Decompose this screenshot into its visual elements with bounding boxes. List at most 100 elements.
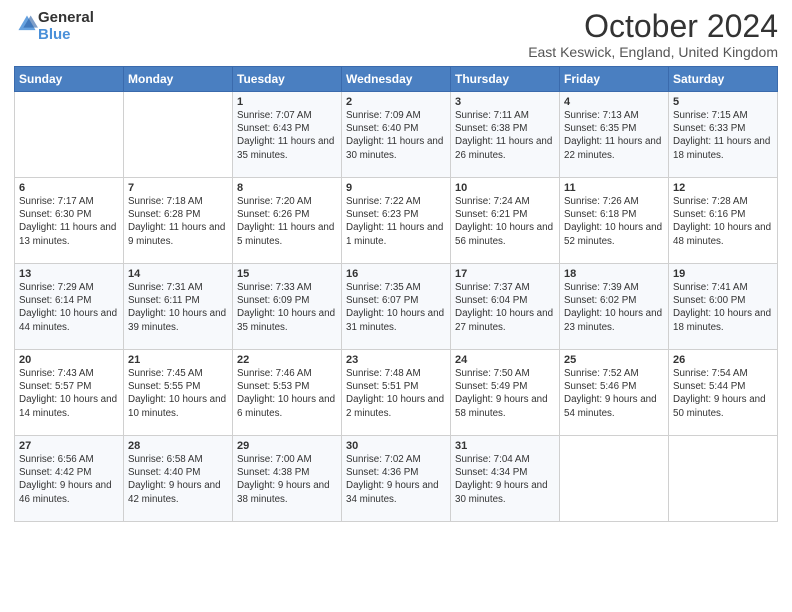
calendar-cell: 19Sunrise: 7:41 AM Sunset: 6:00 PM Dayli… [669,264,778,350]
weekday-header-tuesday: Tuesday [233,67,342,92]
day-info: Sunrise: 7:04 AM Sunset: 4:34 PM Dayligh… [455,453,555,506]
weekday-header-wednesday: Wednesday [342,67,451,92]
day-info: Sunrise: 7:24 AM Sunset: 6:21 PM Dayligh… [455,195,555,248]
day-number: 30 [346,440,446,452]
day-info: Sunrise: 7:29 AM Sunset: 6:14 PM Dayligh… [19,281,119,334]
calendar-cell: 8Sunrise: 7:20 AM Sunset: 6:26 PM Daylig… [233,178,342,264]
day-info: Sunrise: 6:56 AM Sunset: 4:42 PM Dayligh… [19,453,119,506]
day-info: Sunrise: 7:31 AM Sunset: 6:11 PM Dayligh… [128,281,228,334]
calendar-cell: 15Sunrise: 7:33 AM Sunset: 6:09 PM Dayli… [233,264,342,350]
day-number: 9 [346,182,446,194]
location: East Keswick, England, United Kingdom [528,44,778,60]
weekday-header-thursday: Thursday [451,67,560,92]
calendar-cell [669,436,778,522]
weekday-header-monday: Monday [124,67,233,92]
day-info: Sunrise: 7:20 AM Sunset: 6:26 PM Dayligh… [237,195,337,248]
day-info: Sunrise: 7:18 AM Sunset: 6:28 PM Dayligh… [128,195,228,248]
calendar-cell: 27Sunrise: 6:56 AM Sunset: 4:42 PM Dayli… [15,436,124,522]
title-block: October 2024 East Keswick, England, Unit… [528,10,778,60]
day-info: Sunrise: 7:45 AM Sunset: 5:55 PM Dayligh… [128,367,228,420]
day-number: 7 [128,182,228,194]
calendar-cell: 6Sunrise: 7:17 AM Sunset: 6:30 PM Daylig… [15,178,124,264]
day-number: 31 [455,440,555,452]
calendar-cell: 7Sunrise: 7:18 AM Sunset: 6:28 PM Daylig… [124,178,233,264]
logo: General Blue [14,10,94,43]
day-number: 13 [19,268,119,280]
day-number: 28 [128,440,228,452]
calendar-cell: 31Sunrise: 7:04 AM Sunset: 4:34 PM Dayli… [451,436,560,522]
day-info: Sunrise: 7:00 AM Sunset: 4:38 PM Dayligh… [237,453,337,506]
calendar-cell [560,436,669,522]
calendar-cell: 5Sunrise: 7:15 AM Sunset: 6:33 PM Daylig… [669,92,778,178]
calendar-cell: 20Sunrise: 7:43 AM Sunset: 5:57 PM Dayli… [15,350,124,436]
day-number: 22 [237,354,337,366]
day-info: Sunrise: 7:43 AM Sunset: 5:57 PM Dayligh… [19,367,119,420]
calendar-cell: 18Sunrise: 7:39 AM Sunset: 6:02 PM Dayli… [560,264,669,350]
day-number: 29 [237,440,337,452]
calendar-body: 1Sunrise: 7:07 AM Sunset: 6:43 PM Daylig… [15,92,778,522]
day-number: 12 [673,182,773,194]
day-number: 15 [237,268,337,280]
day-number: 8 [237,182,337,194]
day-number: 25 [564,354,664,366]
day-number: 23 [346,354,446,366]
calendar-cell: 14Sunrise: 7:31 AM Sunset: 6:11 PM Dayli… [124,264,233,350]
day-info: Sunrise: 7:52 AM Sunset: 5:46 PM Dayligh… [564,367,664,420]
calendar-cell: 22Sunrise: 7:46 AM Sunset: 5:53 PM Dayli… [233,350,342,436]
day-number: 21 [128,354,228,366]
day-info: Sunrise: 7:39 AM Sunset: 6:02 PM Dayligh… [564,281,664,334]
calendar-cell: 29Sunrise: 7:00 AM Sunset: 4:38 PM Dayli… [233,436,342,522]
day-number: 18 [564,268,664,280]
day-info: Sunrise: 7:22 AM Sunset: 6:23 PM Dayligh… [346,195,446,248]
calendar-cell: 25Sunrise: 7:52 AM Sunset: 5:46 PM Dayli… [560,350,669,436]
day-info: Sunrise: 7:35 AM Sunset: 6:07 PM Dayligh… [346,281,446,334]
day-number: 20 [19,354,119,366]
day-number: 11 [564,182,664,194]
calendar-cell: 12Sunrise: 7:28 AM Sunset: 6:16 PM Dayli… [669,178,778,264]
day-info: Sunrise: 7:26 AM Sunset: 6:18 PM Dayligh… [564,195,664,248]
weekday-header-sunday: Sunday [15,67,124,92]
day-info: Sunrise: 7:28 AM Sunset: 6:16 PM Dayligh… [673,195,773,248]
calendar-cell [124,92,233,178]
day-info: Sunrise: 7:33 AM Sunset: 6:09 PM Dayligh… [237,281,337,334]
day-info: Sunrise: 7:15 AM Sunset: 6:33 PM Dayligh… [673,109,773,162]
day-info: Sunrise: 7:07 AM Sunset: 6:43 PM Dayligh… [237,109,337,162]
logo-text: General Blue [38,10,94,43]
calendar-cell: 23Sunrise: 7:48 AM Sunset: 5:51 PM Dayli… [342,350,451,436]
header: General Blue October 2024 East Keswick, … [14,10,778,60]
calendar-cell: 26Sunrise: 7:54 AM Sunset: 5:44 PM Dayli… [669,350,778,436]
calendar-cell: 17Sunrise: 7:37 AM Sunset: 6:04 PM Dayli… [451,264,560,350]
day-number: 27 [19,440,119,452]
calendar-cell [15,92,124,178]
calendar-table: SundayMondayTuesdayWednesdayThursdayFrid… [14,66,778,522]
calendar-cell: 10Sunrise: 7:24 AM Sunset: 6:21 PM Dayli… [451,178,560,264]
calendar-week-1: 1Sunrise: 7:07 AM Sunset: 6:43 PM Daylig… [15,92,778,178]
day-info: Sunrise: 7:54 AM Sunset: 5:44 PM Dayligh… [673,367,773,420]
logo-icon [16,13,38,35]
calendar-header-row: SundayMondayTuesdayWednesdayThursdayFrid… [15,67,778,92]
day-number: 19 [673,268,773,280]
page: General Blue October 2024 East Keswick, … [0,0,792,532]
day-number: 4 [564,96,664,108]
calendar-cell: 28Sunrise: 6:58 AM Sunset: 4:40 PM Dayli… [124,436,233,522]
day-info: Sunrise: 7:46 AM Sunset: 5:53 PM Dayligh… [237,367,337,420]
day-number: 1 [237,96,337,108]
day-number: 5 [673,96,773,108]
day-number: 6 [19,182,119,194]
calendar-cell: 9Sunrise: 7:22 AM Sunset: 6:23 PM Daylig… [342,178,451,264]
day-number: 10 [455,182,555,194]
day-info: Sunrise: 7:48 AM Sunset: 5:51 PM Dayligh… [346,367,446,420]
day-number: 2 [346,96,446,108]
calendar-week-3: 13Sunrise: 7:29 AM Sunset: 6:14 PM Dayli… [15,264,778,350]
day-info: Sunrise: 7:02 AM Sunset: 4:36 PM Dayligh… [346,453,446,506]
day-info: Sunrise: 7:41 AM Sunset: 6:00 PM Dayligh… [673,281,773,334]
day-number: 14 [128,268,228,280]
calendar-cell: 4Sunrise: 7:13 AM Sunset: 6:35 PM Daylig… [560,92,669,178]
month-title: October 2024 [528,10,778,42]
calendar-week-2: 6Sunrise: 7:17 AM Sunset: 6:30 PM Daylig… [15,178,778,264]
day-info: Sunrise: 7:09 AM Sunset: 6:40 PM Dayligh… [346,109,446,162]
day-info: Sunrise: 7:50 AM Sunset: 5:49 PM Dayligh… [455,367,555,420]
day-info: Sunrise: 7:11 AM Sunset: 6:38 PM Dayligh… [455,109,555,162]
day-number: 17 [455,268,555,280]
calendar-cell: 16Sunrise: 7:35 AM Sunset: 6:07 PM Dayli… [342,264,451,350]
